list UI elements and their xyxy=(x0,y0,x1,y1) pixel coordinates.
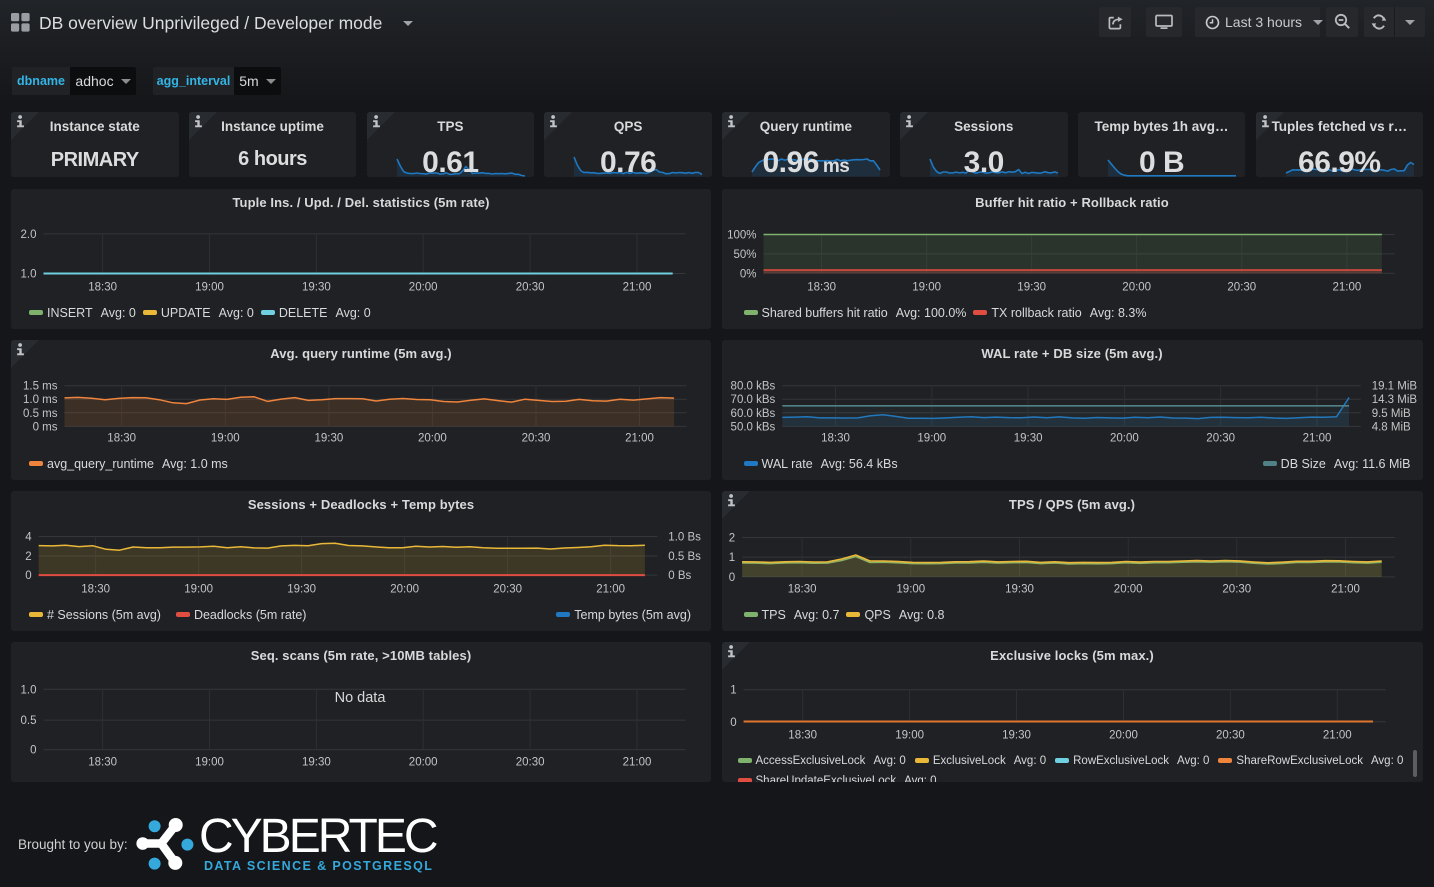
svg-text:0%: 0% xyxy=(739,268,756,280)
svg-text:0 ms: 0 ms xyxy=(33,421,58,433)
svg-text:20:30: 20:30 xyxy=(1222,583,1251,595)
svg-text:19:30: 19:30 xyxy=(302,281,331,293)
svg-text:14.3 MiB: 14.3 MiB xyxy=(1371,394,1417,406)
svg-text:0.5 ms: 0.5 ms xyxy=(23,407,58,419)
svg-text:100%: 100% xyxy=(727,229,756,241)
svg-text:50.0 kBs: 50.0 kBs xyxy=(730,421,775,433)
svg-text:0.5: 0.5 xyxy=(21,715,37,727)
svg-text:70.0 kBs: 70.0 kBs xyxy=(730,394,775,406)
svg-text:0: 0 xyxy=(30,744,36,756)
svg-text:19:00: 19:00 xyxy=(896,583,925,595)
svg-text:19:00: 19:00 xyxy=(895,729,924,741)
svg-text:1.0 Bs: 1.0 Bs xyxy=(668,531,701,543)
svg-text:19:30: 19:30 xyxy=(302,756,331,768)
svg-text:1.0 ms: 1.0 ms xyxy=(23,394,58,406)
svg-text:No data: No data xyxy=(335,690,387,706)
svg-text:18:30: 18:30 xyxy=(787,583,816,595)
svg-text:2.0: 2.0 xyxy=(21,228,37,240)
svg-text:21:00: 21:00 xyxy=(625,432,654,444)
svg-text:20:00: 20:00 xyxy=(1122,281,1151,293)
svg-text:18:30: 18:30 xyxy=(88,281,117,293)
svg-text:0: 0 xyxy=(728,571,734,583)
svg-text:19:30: 19:30 xyxy=(1013,432,1042,444)
svg-text:19:30: 19:30 xyxy=(287,583,316,595)
svg-text:50%: 50% xyxy=(733,248,756,260)
svg-text:19:00: 19:00 xyxy=(195,756,224,768)
svg-text:18:30: 18:30 xyxy=(821,432,850,444)
svg-text:18:30: 18:30 xyxy=(807,281,836,293)
svg-text:19:00: 19:00 xyxy=(211,432,240,444)
svg-text:20:00: 20:00 xyxy=(1109,729,1138,741)
svg-text:20:30: 20:30 xyxy=(516,756,545,768)
svg-text:60.0 kBs: 60.0 kBs xyxy=(730,407,775,419)
svg-text:80.0 kBs: 80.0 kBs xyxy=(730,380,775,392)
svg-text:19:00: 19:00 xyxy=(912,281,941,293)
svg-text:20:30: 20:30 xyxy=(1227,281,1256,293)
svg-text:0.5 Bs: 0.5 Bs xyxy=(668,551,701,563)
svg-text:1.0: 1.0 xyxy=(21,684,37,696)
svg-text:21:00: 21:00 xyxy=(1331,583,1360,595)
svg-text:21:00: 21:00 xyxy=(596,583,625,595)
svg-text:19:30: 19:30 xyxy=(1005,583,1034,595)
svg-text:18:30: 18:30 xyxy=(88,756,117,768)
svg-text:0 Bs: 0 Bs xyxy=(668,570,691,582)
svg-text:21:00: 21:00 xyxy=(1302,432,1331,444)
svg-text:21:00: 21:00 xyxy=(623,756,652,768)
svg-text:20:30: 20:30 xyxy=(522,432,551,444)
svg-text:2: 2 xyxy=(25,551,31,563)
svg-text:20:30: 20:30 xyxy=(493,583,522,595)
svg-text:18:30: 18:30 xyxy=(788,729,817,741)
svg-text:1: 1 xyxy=(730,684,736,696)
svg-text:18:30: 18:30 xyxy=(81,583,110,595)
svg-text:20:30: 20:30 xyxy=(1206,432,1235,444)
svg-text:20:00: 20:00 xyxy=(418,432,447,444)
svg-text:19:30: 19:30 xyxy=(1002,729,1031,741)
svg-text:9.5 MiB: 9.5 MiB xyxy=(1371,407,1410,419)
svg-text:20:30: 20:30 xyxy=(1216,729,1245,741)
svg-text:19:00: 19:00 xyxy=(195,281,224,293)
svg-text:20:00: 20:00 xyxy=(409,281,438,293)
svg-text:1: 1 xyxy=(728,552,734,564)
svg-text:21:00: 21:00 xyxy=(623,281,652,293)
svg-text:19:30: 19:30 xyxy=(315,432,344,444)
svg-text:4.8 MiB: 4.8 MiB xyxy=(1371,421,1410,433)
svg-text:4: 4 xyxy=(25,531,32,543)
svg-text:0: 0 xyxy=(25,570,31,582)
svg-text:20:00: 20:00 xyxy=(390,583,419,595)
svg-text:19:00: 19:00 xyxy=(917,432,946,444)
svg-text:1.0: 1.0 xyxy=(21,268,37,280)
svg-text:1.5 ms: 1.5 ms xyxy=(23,380,58,392)
svg-text:20:00: 20:00 xyxy=(409,756,438,768)
svg-text:19.1 MiB: 19.1 MiB xyxy=(1371,380,1417,392)
svg-text:21:00: 21:00 xyxy=(1332,281,1361,293)
svg-text:20:00: 20:00 xyxy=(1113,583,1142,595)
svg-text:18:30: 18:30 xyxy=(107,432,136,444)
svg-text:19:00: 19:00 xyxy=(184,583,213,595)
svg-text:19:30: 19:30 xyxy=(1017,281,1046,293)
svg-text:20:30: 20:30 xyxy=(516,281,545,293)
svg-text:0: 0 xyxy=(730,716,736,728)
svg-text:21:00: 21:00 xyxy=(1322,729,1351,741)
svg-text:2: 2 xyxy=(728,532,734,544)
svg-text:20:00: 20:00 xyxy=(1110,432,1139,444)
